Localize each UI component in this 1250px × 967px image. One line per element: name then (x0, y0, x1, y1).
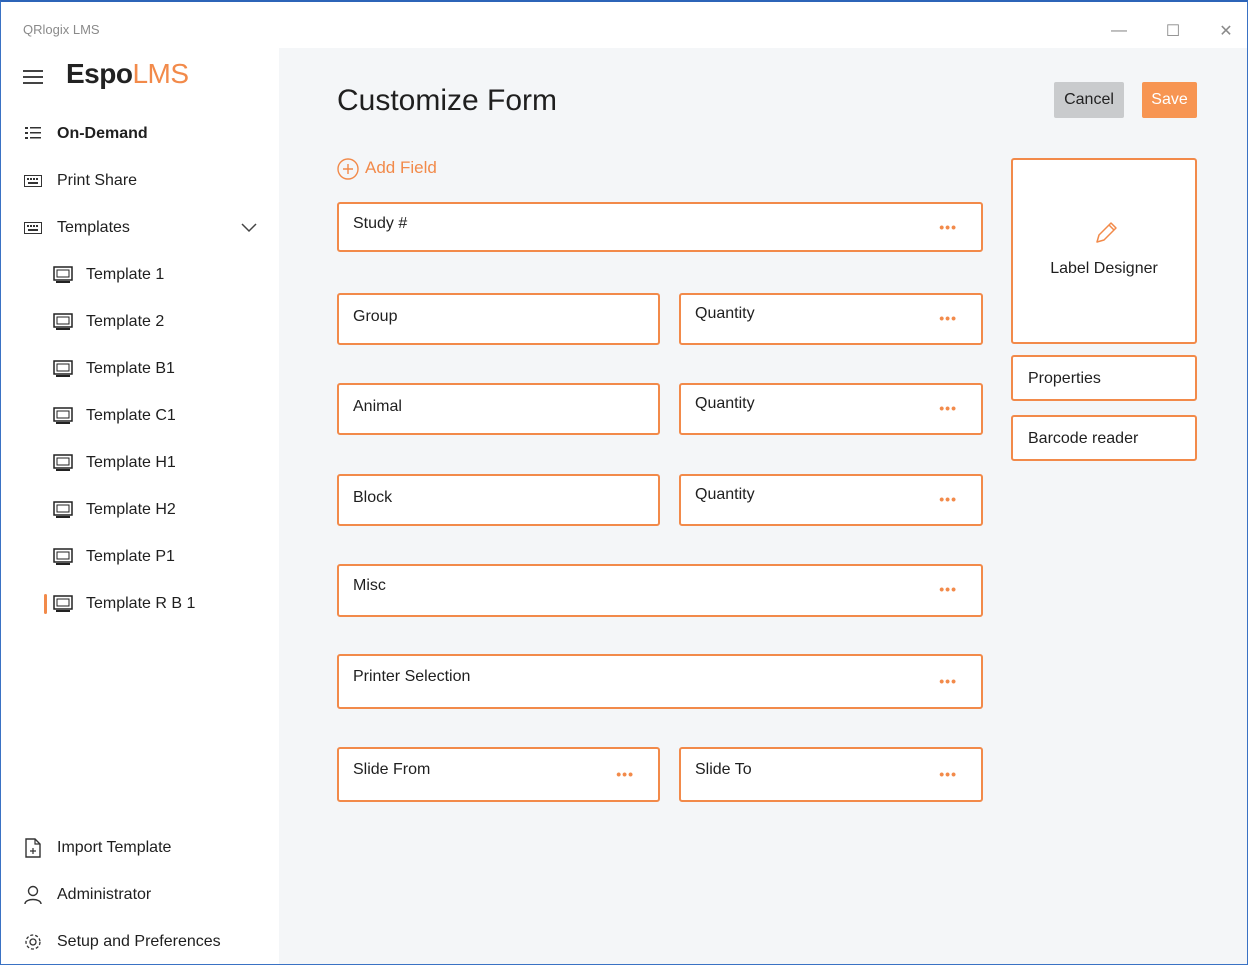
sidebar-item-label: Template H2 (86, 501, 176, 518)
nav-item-setup-preferences[interactable]: Setup and Preferences (1, 922, 279, 962)
save-button[interactable]: Save (1142, 82, 1197, 118)
more-options-icon[interactable]: ••• (939, 219, 957, 235)
field-label: Printer Selection (353, 668, 471, 685)
field-label: Quantity (695, 486, 755, 503)
field-slide-from[interactable]: Slide From ••• (337, 747, 660, 802)
sidebar: EspoLMS On-Demand Print Share Templates (1, 48, 279, 964)
pencil-icon (1093, 220, 1119, 251)
gear-icon (23, 932, 43, 952)
app-window: QRlogix LMS — ☐ ✕ EspoLMS On-Demand Prin… (0, 0, 1248, 965)
field-label: Quantity (695, 305, 755, 322)
title-bar: QRlogix LMS — ☐ ✕ (1, 2, 1247, 48)
properties-button[interactable]: Properties (1011, 355, 1197, 401)
sidebar-item-label: Template C1 (86, 407, 176, 424)
list-icon (23, 124, 43, 144)
sidebar-item-label: Template 1 (86, 266, 165, 283)
monitor-icon (53, 359, 73, 379)
field-group[interactable]: Group (337, 293, 660, 345)
sidebar-item-label: Template H1 (86, 454, 176, 471)
nav-label: Setup and Preferences (57, 933, 221, 950)
sidebar-item-template-1[interactable]: Template 1 (1, 255, 279, 295)
keyboard-icon (23, 218, 43, 238)
sidebar-item-template-h2[interactable]: Template H2 (1, 490, 279, 530)
field-slide-to[interactable]: Slide To ••• (679, 747, 983, 802)
field-group-quantity[interactable]: Quantity ••• (679, 293, 983, 345)
field-label: Group (353, 308, 398, 325)
nav-label: Administrator (57, 886, 152, 903)
app-title: QRlogix LMS (23, 22, 100, 37)
sidebar-item-label: Template B1 (86, 360, 175, 377)
monitor-icon (53, 453, 73, 473)
hamburger-menu-icon[interactable] (23, 70, 43, 88)
field-block[interactable]: Block (337, 474, 660, 526)
monitor-icon (53, 406, 73, 426)
field-study[interactable]: Study # ••• (337, 202, 983, 252)
field-animal-quantity[interactable]: Quantity ••• (679, 383, 983, 435)
field-label: Misc (353, 577, 386, 594)
label-designer-button[interactable]: Label Designer (1011, 158, 1197, 344)
user-icon (23, 885, 43, 905)
sidebar-item-label: Template 2 (86, 313, 165, 330)
sidebar-item-template-rb1[interactable]: Template R B 1 (1, 584, 279, 624)
nav-label: Print Share (57, 172, 138, 189)
add-circle-icon (337, 158, 359, 180)
more-options-icon[interactable]: ••• (939, 491, 957, 507)
nav-item-templates[interactable]: Templates (1, 208, 279, 248)
monitor-icon (53, 312, 73, 332)
nav-label: Import Template (57, 839, 172, 856)
nav-label: Templates (57, 219, 130, 236)
more-options-icon[interactable]: ••• (939, 400, 957, 416)
barcode-reader-button[interactable]: Barcode reader (1011, 415, 1197, 461)
monitor-icon (53, 500, 73, 520)
add-field-label: Add Field (365, 158, 437, 177)
field-label: Block (353, 489, 393, 506)
field-block-quantity[interactable]: Quantity ••• (679, 474, 983, 526)
more-options-icon[interactable]: ••• (939, 310, 957, 326)
logo: EspoLMS (66, 58, 189, 89)
field-label: Quantity (695, 395, 755, 412)
sidebar-item-label: Template P1 (86, 548, 175, 565)
close-button[interactable]: ✕ (1206, 16, 1246, 46)
field-animal[interactable]: Animal (337, 383, 660, 435)
monitor-icon (53, 547, 73, 567)
nav-item-administrator[interactable]: Administrator (1, 875, 279, 915)
field-printer-selection[interactable]: Printer Selection ••• (337, 654, 983, 709)
keyboard-icon (23, 171, 43, 191)
nav-item-import-template[interactable]: Import Template (1, 828, 279, 868)
nav-label: On-Demand (57, 125, 148, 142)
nav-item-print-share[interactable]: Print Share (1, 161, 279, 201)
barcode-reader-label: Barcode reader (1028, 430, 1139, 447)
document-icon (23, 838, 43, 858)
sidebar-item-label: Template R B 1 (86, 595, 196, 612)
more-options-icon[interactable]: ••• (616, 766, 634, 782)
nav-item-on-demand[interactable]: On-Demand (1, 114, 279, 154)
sidebar-item-template-p1[interactable]: Template P1 (1, 537, 279, 577)
selected-indicator (44, 594, 47, 614)
page-title: Customize Form (337, 84, 558, 117)
sidebar-item-template-b1[interactable]: Template B1 (1, 349, 279, 389)
add-field-button[interactable]: Add Field (337, 158, 437, 180)
field-label: Slide To (695, 761, 752, 778)
chevron-down-icon[interactable] (241, 220, 257, 238)
monitor-icon (53, 594, 73, 614)
field-label: Study # (353, 215, 408, 232)
more-options-icon[interactable]: ••• (939, 766, 957, 782)
maximize-button[interactable]: ☐ (1153, 16, 1193, 46)
cancel-button[interactable]: Cancel (1054, 82, 1124, 118)
field-misc[interactable]: Misc ••• (337, 564, 983, 617)
field-label: Animal (353, 398, 402, 415)
field-label: Slide From (353, 761, 431, 778)
sidebar-item-template-2[interactable]: Template 2 (1, 302, 279, 342)
more-options-icon[interactable]: ••• (939, 673, 957, 689)
minimize-button[interactable]: — (1099, 16, 1139, 46)
more-options-icon[interactable]: ••• (939, 581, 957, 597)
monitor-icon (53, 265, 73, 285)
label-designer-label: Label Designer (1050, 260, 1158, 277)
sidebar-item-template-h1[interactable]: Template H1 (1, 443, 279, 483)
sidebar-item-template-c1[interactable]: Template C1 (1, 396, 279, 436)
properties-label: Properties (1028, 370, 1101, 387)
main-content: Customize Form Cancel Save Add Field Stu… (279, 48, 1247, 964)
